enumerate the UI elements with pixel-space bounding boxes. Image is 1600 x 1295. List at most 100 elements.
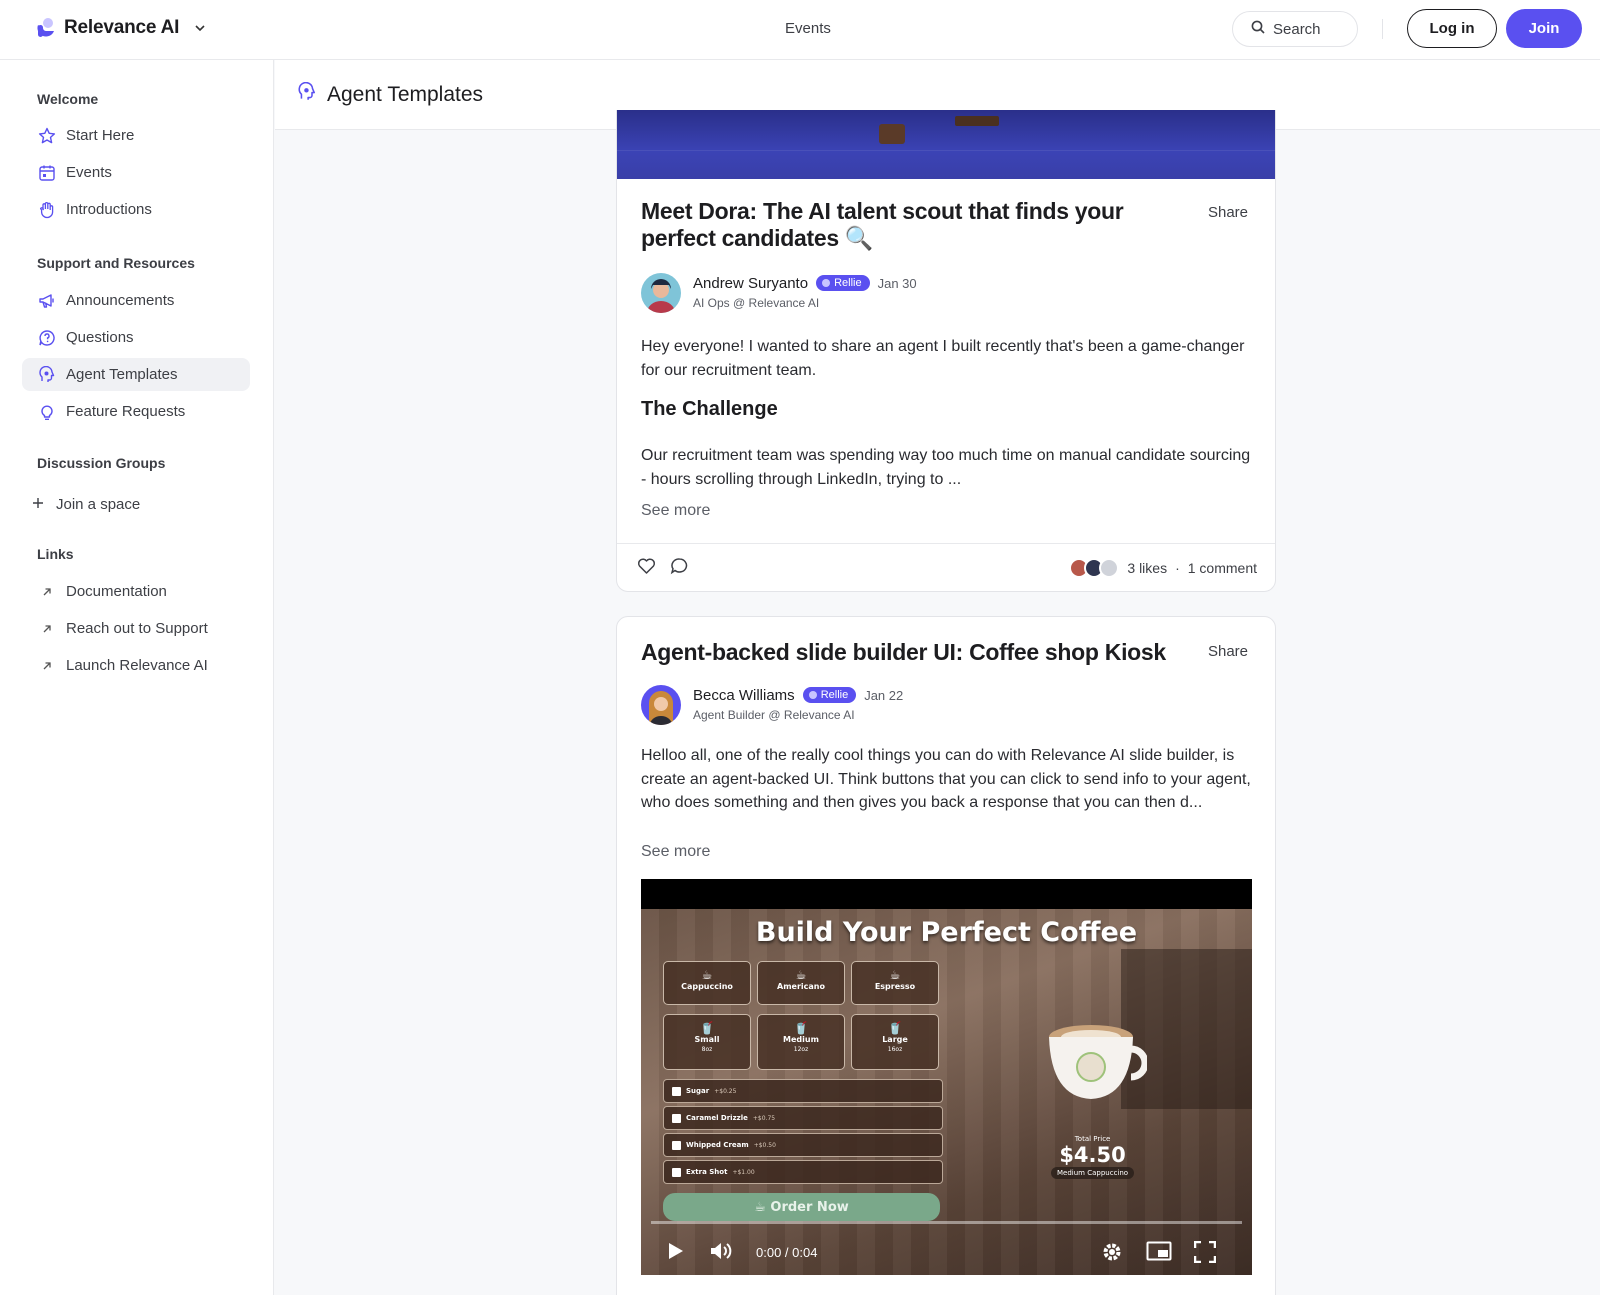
drink-option: ☕ Espresso: [851, 961, 939, 1005]
video-title: Build Your Perfect Coffee: [755, 917, 1138, 948]
join-space-link[interactable]: Join a space: [32, 496, 140, 513]
agent-head-icon: [297, 81, 317, 107]
size-option: 🥤 Medium 12oz: [757, 1014, 845, 1070]
addon-label: Sugar: [686, 1087, 710, 1095]
badge-dot-icon: [822, 279, 831, 287]
comment-icon[interactable]: [670, 557, 689, 580]
drink-label: Cappuccino: [681, 982, 733, 991]
addon-label: Whipped Cream: [686, 1141, 749, 1149]
post-cover-image[interactable]: [617, 110, 1275, 179]
addon-price: +$0.25: [714, 1087, 737, 1095]
sidebar-item-questions[interactable]: Questions: [22, 321, 250, 354]
sidebar-item-start-here[interactable]: Start Here: [22, 119, 250, 152]
chevron-down-icon[interactable]: [195, 21, 205, 35]
settings-gear-icon[interactable]: [1101, 1241, 1123, 1269]
play-icon[interactable]: [665, 1241, 685, 1267]
post-title[interactable]: Agent-backed slide builder UI: Coffee sh…: [641, 639, 1201, 666]
see-more-link[interactable]: See more: [641, 502, 710, 520]
volume-icon[interactable]: [709, 1241, 733, 1267]
sidebar-item-label: Launch Relevance AI: [66, 657, 208, 674]
external-arrow-icon: [37, 619, 57, 639]
agent-head-icon: [37, 365, 57, 385]
cup-icon: 🥤: [887, 1021, 903, 1035]
comments-count[interactable]: 1 comment: [1188, 560, 1257, 576]
fullscreen-icon[interactable]: [1193, 1240, 1217, 1269]
post-intro: Hey everyone! I wanted to share an agent…: [641, 338, 1245, 379]
addon-option: Sugar +$0.25: [663, 1079, 943, 1103]
banner-detail: [955, 116, 999, 126]
share-button[interactable]: Share: [1208, 204, 1248, 221]
sidebar-item-label: Events: [66, 164, 112, 181]
post-title[interactable]: Meet Dora: The AI talent scout that find…: [641, 198, 1201, 252]
post-heading: The Challenge: [641, 398, 778, 420]
coffee-cup-image: [1041, 1019, 1149, 1109]
brand[interactable]: Relevance AI: [36, 17, 205, 39]
divider: [1382, 19, 1383, 39]
external-arrow-icon: [37, 582, 57, 602]
sidebar-link-documentation[interactable]: Documentation: [22, 575, 250, 608]
sidebar-link-launch[interactable]: Launch Relevance AI: [22, 649, 250, 682]
section-title-links: Links: [37, 546, 74, 562]
avatar[interactable]: [641, 685, 681, 725]
checkbox-icon: [672, 1086, 681, 1096]
size-sub: 16oz: [887, 1046, 903, 1053]
total-price-label: Total Price: [1074, 1135, 1111, 1143]
sidebar-link-support[interactable]: Reach out to Support: [22, 612, 250, 645]
addon-label: Caramel Drizzle: [686, 1114, 748, 1122]
plus-icon: [32, 496, 44, 513]
size-sub: 12oz: [793, 1046, 809, 1053]
search-button[interactable]: Search: [1232, 11, 1358, 47]
video-player[interactable]: Build Your Perfect Coffee ☕ Cappuccino ☕ A…: [641, 879, 1252, 1275]
star-icon: [37, 126, 57, 146]
cup-icon: 🥤: [793, 1021, 809, 1035]
top-bar: Relevance AI Events Search Log in Join: [0, 0, 1600, 60]
video-progress-bar[interactable]: [651, 1221, 1242, 1224]
sidebar-item-announcements[interactable]: Announcements: [22, 284, 250, 317]
heart-icon[interactable]: [637, 557, 656, 580]
sidebar-item-label: Questions: [66, 329, 134, 346]
likes-count[interactable]: 3 likes: [1127, 560, 1167, 576]
order-now-button: ☕ Order Now: [663, 1193, 940, 1221]
post-excerpt: Our recruitment team was spending way to…: [641, 447, 1251, 488]
size-label: Medium: [783, 1035, 819, 1044]
login-button[interactable]: Log in: [1407, 9, 1497, 48]
sidebar-item-events[interactable]: Events: [22, 156, 250, 189]
size-sub: 8oz: [701, 1046, 713, 1053]
total-price-value: $4.50: [1059, 1143, 1126, 1167]
sidebar-item-agent-templates[interactable]: Agent Templates: [22, 358, 250, 391]
author-name[interactable]: Andrew Suryanto: [693, 275, 808, 292]
post-date: Jan 30: [877, 275, 917, 291]
relevance-logo-icon: [36, 17, 56, 39]
author-name[interactable]: Becca Williams: [693, 687, 795, 704]
banner-detail: [879, 124, 905, 144]
coffee-cup-icon: ☕: [889, 968, 901, 982]
drink-label: Americano: [777, 982, 825, 991]
size-option: 🥤 Large 16oz: [851, 1014, 939, 1070]
post-footer: 3 likes · 1 comment: [617, 543, 1275, 591]
checkbox-icon: [672, 1113, 681, 1123]
post-stats: 3 likes · 1 comment: [1069, 558, 1257, 578]
avatar[interactable]: [641, 273, 681, 313]
post-author: Andrew Suryanto Rellie Jan 30 AI Ops @ R…: [641, 273, 917, 313]
page-title: Agent Templates: [327, 82, 484, 106]
join-button[interactable]: Join: [1506, 9, 1582, 48]
liker-avatars[interactable]: [1069, 558, 1120, 578]
author-role: Agent Builder @ Relevance AI: [693, 708, 855, 722]
picture-in-picture-icon[interactable]: [1146, 1241, 1172, 1267]
addon-option: Caramel Drizzle +$0.75: [663, 1106, 943, 1130]
addon-price: +$1.00: [732, 1168, 755, 1176]
author-role: AI Ops @ Relevance AI: [693, 296, 820, 310]
post-actions: [637, 557, 689, 580]
size-label: Small: [694, 1035, 720, 1044]
join-space-label: Join a space: [56, 496, 141, 513]
sidebar-item-label: Documentation: [66, 583, 167, 600]
sidebar-item-feature-requests[interactable]: Feature Requests: [22, 395, 250, 428]
nav-events-link[interactable]: Events: [785, 20, 831, 37]
stats-separator: ·: [1175, 560, 1180, 576]
coffee-cup-icon: ☕: [701, 968, 713, 982]
drink-option: ☕ Americano: [757, 961, 845, 1005]
sidebar-item-label: Reach out to Support: [66, 620, 208, 637]
sidebar-item-introductions[interactable]: Introductions: [22, 193, 250, 226]
see-more-link[interactable]: See more: [641, 843, 710, 861]
share-button[interactable]: Share: [1208, 643, 1248, 660]
